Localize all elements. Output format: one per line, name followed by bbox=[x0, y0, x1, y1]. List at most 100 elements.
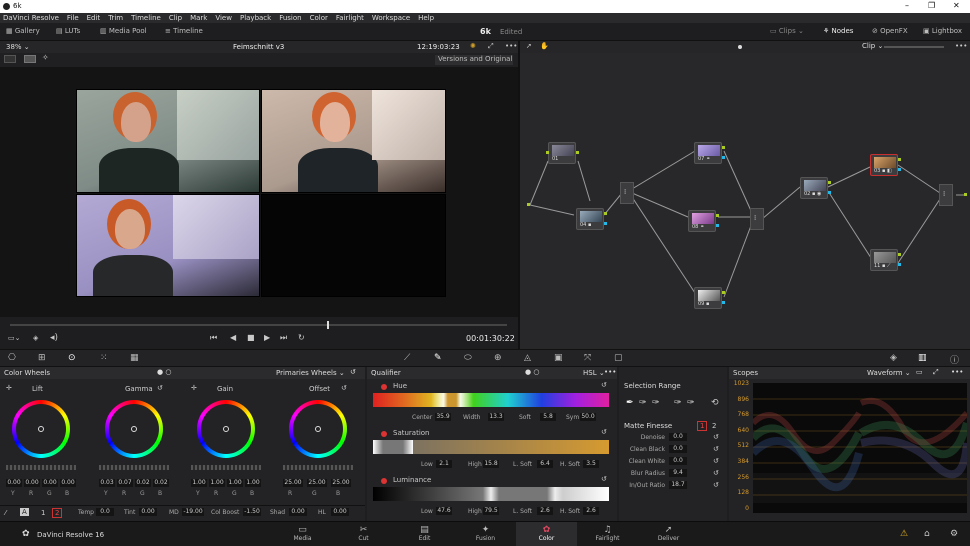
page-tab-fusion[interactable]: ✦ Fusion bbox=[455, 525, 516, 542]
matte-value[interactable]: 0.0 bbox=[669, 445, 687, 453]
page-tab-color[interactable]: ✿ Color bbox=[516, 522, 577, 546]
settings-icon[interactable]: ⚙ bbox=[950, 529, 958, 539]
master-wheel-slider[interactable] bbox=[99, 465, 169, 470]
qualifier-field-value[interactable]: 15.8 bbox=[483, 460, 499, 468]
qualifier-more-icon[interactable]: ••• bbox=[604, 368, 616, 376]
luminance-bar[interactable] bbox=[373, 487, 609, 501]
qualifier-field-value[interactable]: 3.5 bbox=[583, 460, 599, 468]
wheel-puck[interactable] bbox=[315, 426, 321, 432]
mixer-node[interactable]: ⁞ bbox=[750, 208, 764, 230]
adjust-value[interactable]: 0.00 bbox=[331, 508, 349, 516]
node-03[interactable]: 03 ▪ ◧ bbox=[870, 154, 901, 176]
hdr-icon[interactable]: ⁙ bbox=[100, 353, 108, 363]
menu-item[interactable]: Mark bbox=[190, 14, 207, 22]
home-icon[interactable]: ⌂ bbox=[924, 529, 930, 539]
viewer[interactable] bbox=[0, 67, 518, 317]
node-04[interactable]: 04 ▪ bbox=[576, 208, 607, 230]
zoom-select[interactable]: 38% ⌄ bbox=[6, 43, 30, 51]
master-wheel-slider[interactable] bbox=[6, 465, 76, 470]
matte-page-2-button[interactable]: 2 bbox=[712, 422, 716, 430]
pointer-icon[interactable]: ➚ bbox=[526, 42, 532, 50]
color-wheel[interactable] bbox=[289, 400, 347, 458]
color-match-icon[interactable]: ⊞ bbox=[38, 353, 46, 363]
menu-item[interactable]: DaVinci Resolve bbox=[3, 14, 59, 22]
matte-reset-icon[interactable]: ↺ bbox=[713, 457, 719, 465]
scrubber-track[interactable] bbox=[10, 324, 507, 326]
page-1-button[interactable]: 1 bbox=[41, 509, 45, 517]
saturation-enable[interactable] bbox=[381, 431, 387, 437]
matte-value[interactable]: 9.4 bbox=[669, 469, 687, 477]
saturation-bar[interactable] bbox=[373, 440, 609, 454]
fullscreen-icon[interactable]: ⤢ bbox=[488, 42, 494, 51]
page-tab-media[interactable]: ▭ Media bbox=[272, 525, 333, 542]
play-icon[interactable]: ▶ bbox=[264, 333, 270, 342]
timeline-button[interactable]: ≡ Timeline bbox=[165, 27, 203, 35]
reset-icon[interactable]: ↺ bbox=[341, 384, 347, 392]
key-icon[interactable]: ▣ bbox=[554, 353, 563, 363]
node-01[interactable]: 01 bbox=[546, 142, 579, 164]
skip-end-icon[interactable]: ⏭ bbox=[280, 333, 287, 343]
reset-icon[interactable]: ↺ bbox=[157, 384, 163, 392]
menu-item[interactable]: File bbox=[67, 14, 79, 22]
scope-more-icon[interactable]: ••• bbox=[951, 368, 963, 376]
reset-all-icon[interactable]: ↺ bbox=[350, 368, 356, 376]
layers-icon[interactable]: ◈ bbox=[33, 334, 38, 342]
color-wheel[interactable] bbox=[197, 400, 255, 458]
qualifier-field-value[interactable]: 2.6 bbox=[537, 507, 553, 515]
menu-item[interactable]: Color bbox=[310, 14, 328, 22]
node-02[interactable]: 02 ▪ ◉ bbox=[800, 177, 831, 199]
master-wheel-slider[interactable] bbox=[191, 465, 261, 470]
menu-item[interactable]: Help bbox=[418, 14, 434, 22]
blur-icon[interactable]: ◬ bbox=[524, 353, 531, 363]
scope-mode-select[interactable]: Waveform ⌄ bbox=[867, 369, 911, 377]
clips-button[interactable]: ▭ Clips ⌄ bbox=[770, 27, 804, 35]
matte-value[interactable]: 18.7 bbox=[669, 481, 687, 489]
3d-icon[interactable]: ▢ bbox=[614, 353, 623, 363]
tracker-icon[interactable]: ⊕ bbox=[494, 353, 502, 363]
wheel-value-1[interactable]: 0.07 bbox=[117, 479, 133, 487]
color-wheel[interactable] bbox=[105, 400, 163, 458]
scope-expand-icon[interactable]: ⤢ bbox=[933, 368, 939, 377]
loop-icon[interactable]: ▭⌄ bbox=[8, 334, 20, 342]
openfx-button[interactable]: ⊘ OpenFX bbox=[872, 27, 908, 35]
menu-item[interactable]: Playback bbox=[240, 14, 271, 22]
crosshair-icon[interactable]: ✛ bbox=[6, 384, 12, 392]
qualifier-mode-select[interactable]: HSL ⌄ bbox=[583, 369, 605, 377]
saturation-range-handle[interactable] bbox=[373, 440, 413, 454]
node-07[interactable]: 07 ⚭ bbox=[694, 142, 725, 164]
rgb-mixer-icon[interactable]: ▦ bbox=[130, 353, 139, 363]
luminance-reset-icon[interactable]: ↺ bbox=[601, 475, 607, 483]
lightbox-button[interactable]: ▣ Lightbox bbox=[923, 27, 962, 35]
qualifier-field-value[interactable]: 5.8 bbox=[540, 413, 556, 421]
picker-icon[interactable]: ⁄ bbox=[5, 509, 6, 517]
matte-reset-icon[interactable]: ↺ bbox=[713, 481, 719, 489]
wheel-value-1[interactable]: 1.00 bbox=[209, 479, 225, 487]
effects-icon[interactable]: ✧ bbox=[42, 53, 49, 62]
qualifier-field-value[interactable]: 47.6 bbox=[436, 507, 452, 515]
wheel-value-1[interactable]: 25.00 bbox=[307, 479, 327, 487]
menu-item[interactable]: Trim bbox=[108, 14, 123, 22]
wheel-value-0[interactable]: 0.00 bbox=[6, 479, 22, 487]
auto-balance-icon[interactable]: A bbox=[20, 508, 29, 516]
hue-bar[interactable] bbox=[373, 393, 609, 407]
curves-icon[interactable]: ⟋ bbox=[404, 353, 410, 363]
luminance-enable[interactable] bbox=[381, 478, 387, 484]
matte-value[interactable]: 0.0 bbox=[669, 457, 687, 465]
node-08[interactable]: 08 ⚭ bbox=[688, 210, 719, 232]
info-icon[interactable]: ⓘ bbox=[950, 353, 959, 366]
feather-plus-icon[interactable]: ✑ bbox=[687, 398, 695, 408]
color-wheel[interactable] bbox=[12, 400, 70, 458]
wheel-puck[interactable] bbox=[223, 426, 229, 432]
qualifier-field-value[interactable]: 35.9 bbox=[435, 413, 451, 421]
menu-item[interactable]: Fairlight bbox=[336, 14, 364, 22]
qualifier-field-value[interactable]: 79.5 bbox=[483, 507, 499, 515]
matte-reset-icon[interactable]: ↺ bbox=[713, 433, 719, 441]
close-button[interactable]: ✕ bbox=[953, 1, 960, 10]
info-icon-right[interactable]: ◈ bbox=[890, 353, 897, 363]
menu-item[interactable]: Edit bbox=[87, 14, 101, 22]
window-icon[interactable]: ⬭ bbox=[464, 353, 472, 363]
hue-enable[interactable] bbox=[381, 384, 387, 390]
qualifier-field-value[interactable]: 50.0 bbox=[580, 413, 596, 421]
wheel-value-3[interactable]: 0.02 bbox=[153, 479, 169, 487]
sizing-icon[interactable]: ⤧ bbox=[584, 353, 591, 363]
